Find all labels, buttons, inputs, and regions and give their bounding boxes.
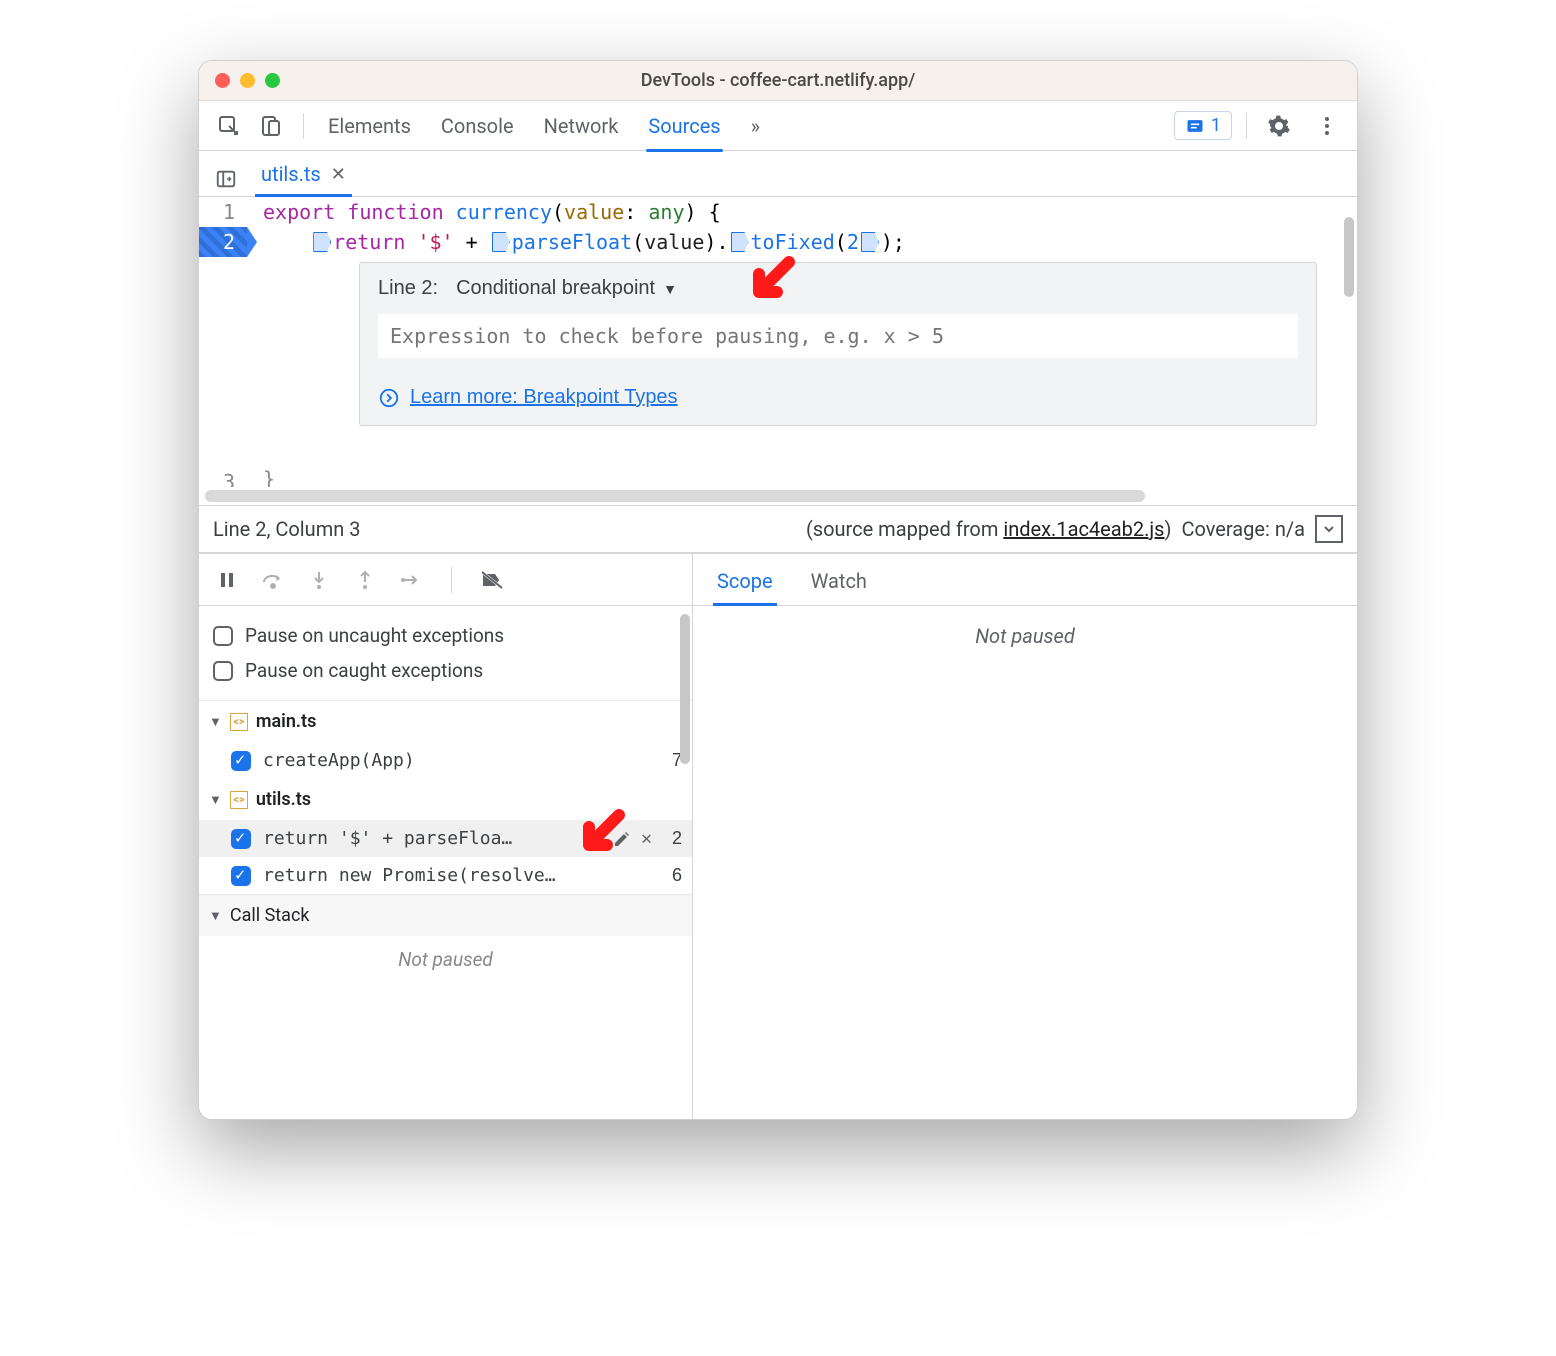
inline-breakpoint-icon[interactable]: [731, 232, 749, 252]
more-menu-icon[interactable]: [1309, 108, 1345, 144]
breakpoint-editor-dialog: Line 2: Conditional breakpoint ▼ Learn m…: [359, 262, 1317, 426]
gutter-line-2-breakpoint[interactable]: 2: [199, 227, 247, 257]
breakpoint-line-label: Line 2:: [378, 277, 438, 300]
call-stack-not-paused: Not paused: [199, 936, 692, 971]
breakpoints-file-header[interactable]: ▼ <> utils.ts: [199, 779, 692, 820]
file-tab-label: utils.ts: [261, 162, 321, 186]
scope-not-paused: Not paused: [693, 624, 1357, 648]
breakpoint-item[interactable]: return '$' + parseFloa… ✕ 2: [199, 820, 692, 857]
code-content[interactable]: export function currency ( value : any )…: [263, 197, 1337, 257]
inline-breakpoint-icon[interactable]: [861, 232, 879, 252]
inspect-element-icon[interactable]: [211, 108, 247, 144]
debug-toolbar: [199, 554, 692, 606]
edit-breakpoint-icon[interactable]: [613, 830, 631, 848]
maximize-window-button[interactable]: [265, 73, 280, 88]
step-into-icon[interactable]: [305, 566, 333, 594]
chevron-down-icon: ▼: [209, 908, 222, 924]
window-title: DevTools - coffee-cart.netlify.app/: [199, 70, 1357, 91]
code-line-1[interactable]: export function currency ( value : any )…: [263, 197, 1337, 227]
tab-watch[interactable]: Watch: [807, 557, 871, 605]
issues-badge[interactable]: 1: [1174, 111, 1232, 140]
chevron-down-icon: ▼: [663, 281, 677, 297]
scrollbar-vertical[interactable]: [680, 614, 690, 764]
device-toggle-icon[interactable]: [253, 108, 289, 144]
editor-hscrollbar[interactable]: [199, 487, 1357, 505]
step-out-icon[interactable]: [351, 566, 379, 594]
breakpoints-group-main: ▼ <> main.ts createApp(App) 7: [199, 701, 692, 779]
separator: [1246, 113, 1247, 139]
minimize-window-button[interactable]: [240, 73, 255, 88]
call-stack-header[interactable]: ▼ Call Stack: [199, 894, 692, 936]
ts-file-icon: <>: [230, 791, 248, 809]
issues-count: 1: [1211, 115, 1221, 136]
learn-more-link[interactable]: Learn more: Breakpoint Types: [378, 386, 1298, 409]
separator: [451, 567, 452, 593]
bottom-panels: Pause on uncaught exceptions Pause on ca…: [199, 553, 1357, 1119]
panel-tabs: Elements Console Network Sources »: [326, 102, 762, 150]
cursor-position: Line 2, Column 3: [213, 517, 360, 541]
debugger-panel: Pause on uncaught exceptions Pause on ca…: [199, 554, 693, 1119]
pause-button-icon[interactable]: [213, 566, 241, 594]
navigator-toggle-icon[interactable]: [209, 162, 243, 196]
file-tabs: utils.ts ✕: [199, 151, 1357, 197]
close-window-button[interactable]: [215, 73, 230, 88]
deactivate-breakpoints-icon[interactable]: [478, 566, 506, 594]
ts-file-icon: <>: [230, 713, 248, 731]
inline-breakpoint-icon[interactable]: [313, 232, 331, 252]
titlebar: DevTools - coffee-cart.netlify.app/: [199, 61, 1357, 101]
code-line-2[interactable]: return '$' + parseFloat ( value ). toFix…: [263, 227, 1337, 257]
pause-uncaught-row[interactable]: Pause on uncaught exceptions: [213, 618, 678, 653]
coverage-label: Coverage: n/a: [1181, 517, 1305, 541]
settings-gear-icon[interactable]: [1261, 108, 1297, 144]
right-panel-tabs: Scope Watch: [693, 554, 1357, 606]
gutter[interactable]: 1 2: [199, 197, 247, 257]
file-tab-utils-ts[interactable]: utils.ts ✕: [255, 152, 352, 196]
toolbar-right: 1: [1174, 108, 1345, 144]
pause-section: Pause on uncaught exceptions Pause on ca…: [199, 606, 692, 701]
tab-overflow[interactable]: »: [749, 102, 762, 150]
remove-breakpoint-icon[interactable]: ✕: [641, 828, 652, 849]
checkbox[interactable]: [213, 626, 233, 646]
breakpoint-item[interactable]: createApp(App) 7: [199, 742, 692, 779]
checkbox[interactable]: [231, 751, 251, 771]
show-console-toggle-icon[interactable]: [1315, 515, 1343, 543]
scope-watch-panel: Scope Watch Not paused: [693, 554, 1357, 1119]
gutter-line-3[interactable]: 3: [199, 467, 247, 487]
main-toolbar: Elements Console Network Sources » 1: [199, 101, 1357, 151]
tab-network[interactable]: Network: [542, 102, 621, 150]
breakpoints-group-utils: ▼ <> utils.ts return '$' + parseFloa… ✕ …: [199, 779, 692, 894]
devtools-window: DevTools - coffee-cart.netlify.app/ Elem…: [198, 60, 1358, 1120]
gutter-line-1[interactable]: 1: [199, 197, 247, 227]
separator: [303, 113, 304, 139]
chevron-down-icon: ▼: [209, 792, 222, 808]
inline-breakpoint-icon[interactable]: [492, 232, 510, 252]
breakpoint-item[interactable]: return new Promise(resolve… 6: [199, 857, 692, 894]
step-icon[interactable]: [397, 566, 425, 594]
checkbox[interactable]: [231, 829, 251, 849]
editor[interactable]: 1 2 export function currency ( value : a…: [199, 197, 1357, 487]
code-line-3[interactable]: }: [263, 467, 275, 487]
chevron-down-icon: ▼: [209, 714, 222, 730]
traffic-lights: [215, 73, 280, 88]
scrollbar-thumb[interactable]: [205, 490, 1145, 502]
tab-scope[interactable]: Scope: [713, 557, 777, 605]
breakpoint-type-dropdown[interactable]: Conditional breakpoint ▼: [456, 277, 677, 300]
breakpoints-file-header[interactable]: ▼ <> main.ts: [199, 701, 692, 742]
tab-sources[interactable]: Sources: [646, 102, 722, 150]
step-over-icon[interactable]: [259, 566, 287, 594]
scrollbar-vertical[interactable]: [1344, 217, 1354, 297]
checkbox[interactable]: [213, 661, 233, 681]
source-map-label: (source mapped from index.1ac4eab2.js): [806, 517, 1172, 541]
source-map-link[interactable]: index.1ac4eab2.js: [1003, 517, 1164, 541]
close-tab-icon[interactable]: ✕: [331, 164, 346, 185]
checkbox[interactable]: [231, 866, 251, 886]
tab-elements[interactable]: Elements: [326, 102, 413, 150]
tab-console[interactable]: Console: [439, 102, 516, 150]
pause-caught-row[interactable]: Pause on caught exceptions: [213, 653, 678, 688]
status-bar: Line 2, Column 3 (source mapped from ind…: [199, 505, 1357, 553]
breakpoint-condition-input[interactable]: [378, 314, 1298, 358]
